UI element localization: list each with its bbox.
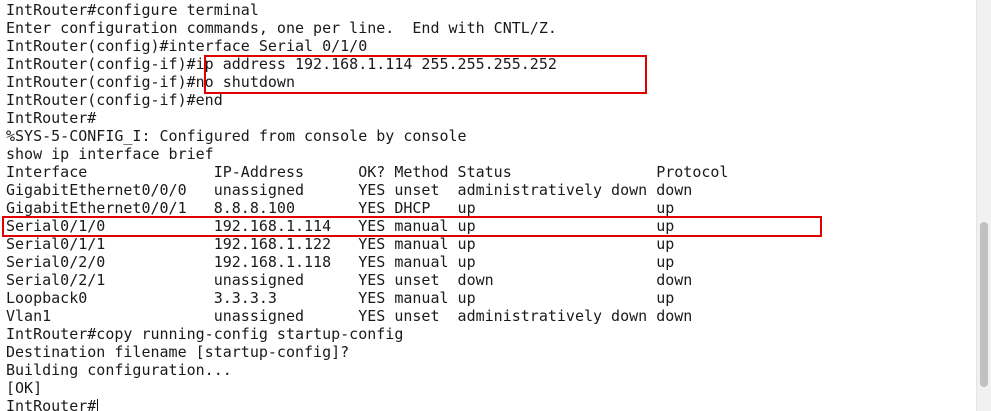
table-row: GigabitEthernet0/0/0 unassigned YES unse… bbox=[6, 181, 693, 199]
terminal-line: IntRouter#configure terminal bbox=[6, 1, 259, 19]
table-row: Serial0/2/0 192.168.1.118 YES manual up … bbox=[6, 253, 675, 271]
terminal-line: IntRouter(config-if)#ip address 192.168.… bbox=[6, 55, 557, 73]
table-row: Vlan1 unassigned YES unset administrativ… bbox=[6, 307, 693, 325]
terminal-line: Enter configuration commands, one per li… bbox=[6, 19, 557, 37]
table-row: Serial0/1/0 192.168.1.114 YES manual up … bbox=[6, 217, 675, 235]
vertical-scrollbar[interactable] bbox=[976, 0, 991, 411]
terminal-line: IntRouter(config-if)#no shutdown bbox=[6, 73, 295, 91]
terminal-window[interactable]: IntRouter#configure terminal Enter confi… bbox=[0, 0, 976, 411]
terminal-line: IntRouter(config-if)#end bbox=[6, 91, 223, 109]
terminal-prompt: IntRouter# bbox=[6, 397, 97, 411]
table-header: Interface IP-Address OK? Method Status P… bbox=[6, 163, 729, 181]
terminal-line: %SYS-5-CONFIG_I: Configured from console… bbox=[6, 127, 467, 145]
terminal-line: IntRouter#copy running-config startup-co… bbox=[6, 325, 404, 343]
terminal-line: show ip interface brief bbox=[6, 145, 214, 163]
table-row: GigabitEthernet0/0/1 8.8.8.100 YES DHCP … bbox=[6, 199, 675, 217]
scrollbar-thumb[interactable] bbox=[980, 222, 988, 387]
table-row: Serial0/1/1 192.168.1.122 YES manual up … bbox=[6, 235, 675, 253]
terminal-prompt-line[interactable]: IntRouter# bbox=[6, 397, 99, 411]
terminal-line: IntRouter# bbox=[6, 109, 97, 127]
text-cursor bbox=[97, 399, 99, 411]
terminal-line: [OK] bbox=[6, 379, 43, 397]
table-row: Serial0/2/1 unassigned YES unset down do… bbox=[6, 271, 693, 289]
terminal-line: IntRouter(config)#interface Serial 0/1/0 bbox=[6, 37, 368, 55]
terminal-line: Building configuration... bbox=[6, 361, 232, 379]
terminal-line: Destination filename [startup-config]? bbox=[6, 343, 350, 361]
table-row: Loopback0 3.3.3.3 YES manual up up bbox=[6, 289, 675, 307]
